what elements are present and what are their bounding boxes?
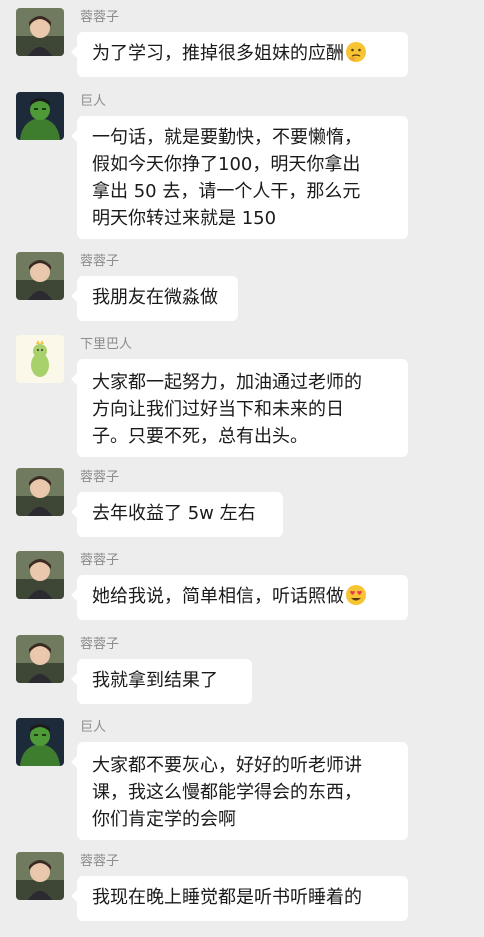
message-text: 明天你转过来就是 150: [92, 208, 277, 229]
message-bubble[interactable]: 我朋友在微淼做: [71, 276, 238, 321]
sender-name: 蓉蓉子: [80, 553, 120, 568]
message-bubble[interactable]: 一句话，就是要勤快，不要懒惰， 假如今天你挣了100，明天你拿出 拿出 50 去…: [71, 116, 408, 239]
girl-avatar[interactable]: [16, 8, 64, 56]
sender-name: 蓉蓉子: [80, 637, 120, 652]
message-text: 你们肯定学的会啊: [92, 809, 236, 830]
sender-name: 蓉蓉子: [80, 10, 120, 25]
message-text: 假如今天你挣了100，明天你拿出: [92, 154, 361, 175]
girl-avatar[interactable]: [16, 635, 64, 683]
message-bubble[interactable]: 大家都不要灰心，好好的听老师讲 课，我这么慢都能学得会的东西， 你们肯定学的会啊: [71, 742, 408, 840]
message-text: 课，我这么慢都能学得会的东西，: [92, 782, 362, 803]
message-bubble[interactable]: 我就拿到结果了: [71, 659, 252, 704]
message-text: 拿出 50 去，请一个人干，那么元: [92, 181, 361, 202]
message-text: 她给我说，简单相信，听话照做: [92, 586, 344, 607]
message-bubble[interactable]: 为了学习，推掉很多姐妹的应酬: [71, 32, 408, 77]
sender-name: 下里巴人: [80, 337, 133, 352]
sender-name: 巨人: [80, 94, 107, 109]
sender-name: 蓉蓉子: [80, 854, 120, 869]
message-bubble[interactable]: 大家都一起努力，加油通过老师的 方向让我们过好当下和未来的日 子。只要不死，总有…: [71, 359, 408, 457]
message-text: 大家都一起努力，加油通过老师的: [92, 372, 362, 393]
message-bubble[interactable]: 我现在晚上睡觉都是听书听睡着的: [71, 876, 408, 921]
girl-avatar[interactable]: [16, 852, 64, 900]
sender-name: 巨人: [80, 720, 107, 735]
message-text: 一句话，就是要勤快，不要懒惰，: [92, 127, 362, 148]
message-text: 为了学习，推掉很多姐妹的应酬: [92, 43, 344, 64]
girl-avatar[interactable]: [16, 468, 64, 516]
girl-avatar[interactable]: [16, 252, 64, 300]
message-text: 方向让我们过好当下和未来的日: [92, 399, 344, 420]
message-text: 我朋友在微淼做: [92, 287, 218, 308]
heart-eyes-face-icon: [346, 585, 366, 605]
cartoon-dino-avatar[interactable]: [16, 335, 64, 383]
hulk-avatar[interactable]: [16, 92, 64, 140]
thinking-face-icon: [346, 42, 366, 62]
girl-avatar[interactable]: [16, 551, 64, 599]
message-text: 子。只要不死，总有出头。: [92, 426, 308, 447]
message-text: 我就拿到结果了: [92, 670, 218, 691]
message-text: 去年收益了 5w 左右: [92, 503, 256, 524]
message-text: 我现在晚上睡觉都是听书听睡着的: [92, 887, 362, 908]
message-text: 大家都不要灰心，好好的听老师讲: [92, 755, 362, 776]
sender-name: 蓉蓉子: [80, 470, 120, 485]
message-bubble[interactable]: 去年收益了 5w 左右: [71, 492, 283, 537]
sender-name: 蓉蓉子: [80, 254, 120, 269]
hulk-avatar[interactable]: [16, 718, 64, 766]
message-bubble[interactable]: 她给我说，简单相信，听话照做: [71, 575, 408, 620]
